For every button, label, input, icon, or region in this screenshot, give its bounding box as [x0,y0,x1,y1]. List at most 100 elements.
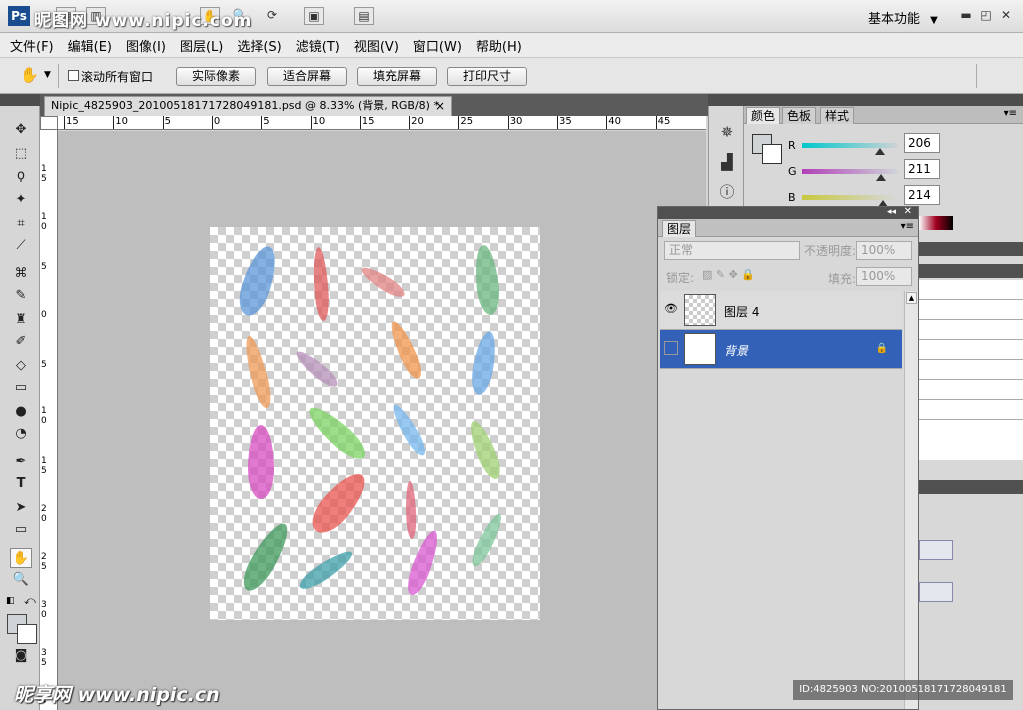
close-icon[interactable]: ✕ [904,206,912,217]
crop-tool-icon[interactable]: ⌗ [10,214,32,234]
marquee-tool-icon[interactable]: ⬚ [10,144,32,164]
type-tool-icon[interactable]: T [10,474,32,494]
move-tool-icon[interactable]: ✥ [10,120,32,140]
menu-edit[interactable]: 编辑(E) [68,36,112,55]
g-value-field[interactable]: 211 [904,159,940,179]
ruler-origin[interactable] [40,116,58,130]
document-tab[interactable]: Nipic_4825903_20100518171728049181.psd @… [44,96,452,116]
print-size-button[interactable]: 打印尺寸 [447,67,527,86]
zoom-tool-icon[interactable]: 🔍 [10,570,32,590]
healing-brush-tool-icon[interactable]: ⌘ [10,264,32,284]
history-list[interactable] [919,280,1023,460]
tab-styles[interactable]: 样式 [820,107,855,124]
tab-color[interactable]: 颜色 [746,107,781,124]
restore-icon[interactable]: ◰ [978,8,994,22]
ruler-tick [261,116,263,129]
g-slider-thumb[interactable] [876,174,887,181]
eye-icon[interactable]: 👁 [664,302,678,316]
fill-field[interactable]: 100% [856,267,912,286]
scroll-all-windows-checkbox[interactable] [68,70,79,81]
chevron-down-icon[interactable]: ▼ [44,70,51,80]
panel-header[interactable] [919,264,1023,278]
horizontal-ruler[interactable]: 15 10 5 0 5 10 15 20 25 30 35 40 45 [58,116,706,130]
menu-filter[interactable]: 滤镜(T) [296,36,340,55]
pen-tool-icon[interactable]: ✒ [10,452,32,472]
eraser-tool-icon[interactable]: ◇ [10,356,32,376]
layer-name[interactable]: 图层 4 [724,303,759,320]
arrange-documents-icon[interactable]: ▣ [304,7,324,25]
menu-layer[interactable]: 图层(L) [180,36,223,55]
collapse-icon[interactable]: ◂◂ [887,207,896,217]
vertical-ruler[interactable]: 15 10 5 0 5 10 15 20 25 30 35 4 [40,130,58,710]
panel-menu-icon[interactable]: ▾≡ [901,221,914,232]
menu-window[interactable]: 窗口(W) [413,36,462,55]
histogram-icon[interactable]: ▟ [717,152,737,172]
fill-screen-button[interactable]: 填充屏幕 [357,67,437,86]
clone-stamp-tool-icon[interactable]: ♜ [10,310,32,330]
eyedropper-tool-icon[interactable]: ⟋ [10,236,32,256]
default-colors-icon[interactable]: ◧ [6,596,15,606]
r-slider-thumb[interactable] [874,148,885,155]
panel-menu-icon[interactable]: ▾≡ [1004,108,1017,119]
menu-bar: 文件(F) 编辑(E) 图像(I) 图层(L) 选择(S) 滤镜(T) 视图(V… [0,33,1023,58]
brush-tool-icon[interactable]: ✎ [10,286,32,306]
adjustment-field[interactable] [919,540,953,560]
quick-mask-icon[interactable]: ◙ [10,646,32,666]
panel-header[interactable] [919,242,1023,256]
magic-wand-tool-icon[interactable]: ✦ [10,190,32,210]
history-brush-tool-icon[interactable]: ✐ [10,332,32,352]
color-ramp[interactable] [919,216,953,230]
blend-mode-select[interactable]: 正常 [664,241,800,260]
ruler-tick [409,116,411,129]
hand-tool-preset-icon[interactable]: ✋ [20,66,39,84]
screen-mode-icon[interactable]: ▤ [354,7,374,25]
lock-icons[interactable]: ▨ ✎ ✥ 🔒 [702,268,755,281]
visibility-toggle[interactable] [664,341,678,355]
layers-panel-header[interactable]: ◂◂ ✕ [658,206,918,219]
close-icon[interactable]: ✕ [998,8,1014,22]
document-canvas[interactable] [210,227,540,620]
document-title: Nipic_4825903_20100518171728049181.psd @… [51,99,439,112]
ruler-label: 25 [460,116,474,127]
ruler-label: 15 [361,116,375,127]
shape-tool-icon[interactable]: ▭ [10,520,32,540]
menu-file[interactable]: 文件(F) [10,36,54,55]
background-color-swatch[interactable] [762,144,782,164]
r-value-field[interactable]: 206 [904,133,940,153]
close-icon[interactable]: × [435,97,445,115]
path-selection-tool-icon[interactable]: ➤ [10,498,32,518]
opacity-field[interactable]: 100% [856,241,912,260]
panel-dock-header[interactable] [708,94,1023,106]
fit-screen-button[interactable]: 适合屏幕 [267,67,347,86]
tab-swatches[interactable]: 色板 [782,107,817,124]
gradient-tool-icon[interactable]: ▭ [10,378,32,398]
tab-layers[interactable]: 图层 [662,220,697,237]
hand-tool-icon[interactable]: ✋ [10,548,32,568]
blur-tool-icon[interactable]: ● [10,402,32,422]
menu-select[interactable]: 选择(S) [237,36,281,55]
workspace-switcher[interactable]: 基本功能 ▼ [868,8,938,27]
navigator-icon[interactable]: ✵ [717,122,737,142]
layer-row[interactable]: 👁 图层 4 [660,291,902,330]
minimize-icon[interactable]: ▬ [958,8,974,22]
swap-colors-icon[interactable]: ⤺ [24,594,36,608]
menu-image[interactable]: 图像(I) [126,36,166,55]
layer-name[interactable]: 背景 [724,342,748,359]
layer-row[interactable]: 背景 🔒 [660,330,902,369]
adjustment-field[interactable] [919,582,953,602]
lock-icon: 🔒 [875,343,888,354]
panel-header[interactable] [919,480,1023,494]
info-icon[interactable]: ⓘ [717,182,737,202]
scroll-up-arrow[interactable]: ▲ [906,292,917,304]
rotate-view-icon[interactable]: ⟳ [262,7,282,25]
feather-image [465,417,505,483]
menu-help[interactable]: 帮助(H) [476,36,522,55]
background-color-swatch[interactable] [17,624,37,644]
toolbox-header[interactable] [0,94,40,106]
dodge-tool-icon[interactable]: ◔ [10,424,32,444]
b-value-field[interactable]: 214 [904,185,940,205]
layers-scrollbar[interactable]: ▲ [904,291,918,709]
menu-view[interactable]: 视图(V) [354,36,399,55]
actual-pixels-button[interactable]: 实际像素 [176,67,256,86]
lasso-tool-icon[interactable]: ϙ [10,166,32,186]
